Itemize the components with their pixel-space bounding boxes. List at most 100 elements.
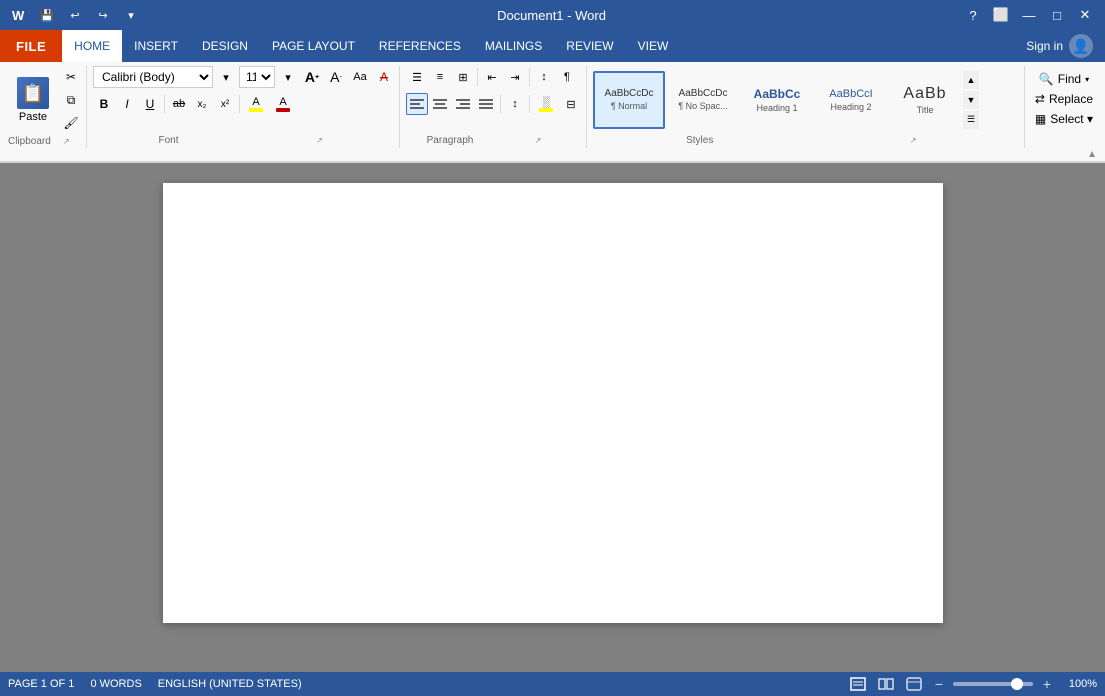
justify-button[interactable] — [475, 93, 497, 115]
web-layout-button[interactable] — [903, 675, 925, 693]
select-label: Select ▾ — [1050, 112, 1093, 126]
document-page[interactable] — [163, 183, 943, 623]
style-normal-preview: AaBbCcDc — [605, 88, 654, 99]
multilevel-list-button[interactable]: ⊞ — [452, 66, 474, 88]
page-layout-tab[interactable]: PAGE LAYOUT — [260, 30, 367, 62]
subscript-button[interactable]: x₂ — [191, 93, 213, 115]
help-button[interactable]: ? — [961, 3, 985, 27]
font-size-dropdown-btn[interactable]: ▾ — [277, 66, 299, 88]
zoom-in-button[interactable]: + — [1039, 676, 1055, 692]
font-expand-icon[interactable]: ↗ — [244, 136, 395, 145]
window-controls: ? ⬜ — □ ✕ — [961, 3, 1097, 27]
styles-expand-icon[interactable]: ↗ — [806, 136, 1019, 145]
close-button[interactable]: ✕ — [1073, 3, 1097, 27]
customize-qat-button[interactable]: ▾ — [120, 4, 142, 26]
style-title[interactable]: AaBb Title — [889, 71, 961, 129]
read-mode-button[interactable] — [875, 675, 897, 693]
title-bar: W 💾 ↩ ↪ ▾ Document1 - Word ? ⬜ — □ ✕ — [0, 0, 1105, 30]
minimize-button[interactable]: — — [1017, 3, 1041, 27]
styles-scroll-down[interactable]: ▼ — [963, 91, 979, 109]
sign-in-button[interactable]: Sign in 👤 — [1014, 30, 1105, 62]
styles-scroll-controls: ▲ ▼ ☰ — [963, 71, 979, 129]
font-name-dropdown-btn[interactable]: ▾ — [215, 66, 237, 88]
grow-font-button[interactable]: A+ — [301, 66, 323, 88]
change-case-button[interactable]: Aa — [349, 66, 371, 88]
style-heading2[interactable]: AaBbCcI Heading 2 — [815, 71, 887, 129]
borders-button[interactable]: ⊟ — [560, 93, 582, 115]
style-heading1[interactable]: AaBbCc Heading 1 — [741, 71, 813, 129]
sign-in-label: Sign in — [1026, 39, 1063, 53]
select-button[interactable]: ▦ Select ▾ — [1031, 110, 1097, 128]
maximize-button[interactable]: □ — [1045, 3, 1069, 27]
italic-button[interactable]: I — [116, 93, 138, 115]
undo-button[interactable]: ↩ — [64, 4, 86, 26]
ribbon: 📋 Paste ✂ ⧉ 🖌 Clipboard ↗ — [0, 62, 1105, 163]
clipboard-label: Clipboard — [8, 136, 51, 147]
references-tab[interactable]: REFERENCES — [367, 30, 473, 62]
clipboard-expand-icon[interactable]: ↗ — [51, 137, 82, 146]
font-label: Font — [93, 135, 244, 146]
style-normal[interactable]: AaBbCcDc ¶ Normal — [593, 71, 665, 129]
bold-button[interactable]: B — [93, 93, 115, 115]
save-button[interactable]: 💾 — [36, 4, 58, 26]
review-tab[interactable]: REVIEW — [554, 30, 625, 62]
redo-button[interactable]: ↪ — [92, 4, 114, 26]
style-title-preview: AaBb — [903, 85, 946, 103]
font-size-select[interactable]: 11 8910 1214161820 — [239, 66, 275, 88]
style-h1-name: Heading 1 — [756, 103, 797, 113]
print-layout-button[interactable] — [847, 675, 869, 693]
style-normal-name: ¶ Normal — [611, 101, 647, 111]
home-tab[interactable]: HOME — [62, 30, 122, 62]
word-icon: W — [8, 4, 30, 26]
document-area[interactable] — [0, 163, 1105, 672]
strikethrough-button[interactable]: ab — [168, 93, 190, 115]
align-left-button[interactable] — [406, 93, 428, 115]
file-tab[interactable]: FILE — [0, 30, 62, 62]
shading-button[interactable]: ░ — [533, 93, 559, 115]
font-color-button[interactable]: A — [270, 93, 296, 115]
sort-button[interactable]: ↕ — [533, 66, 555, 88]
zoom-level: 100% — [1061, 678, 1097, 690]
shrink-font-button[interactable]: A- — [325, 66, 347, 88]
increase-indent-button[interactable]: ⇥ — [504, 66, 526, 88]
word-count: 0 WORDS — [90, 678, 141, 690]
copy-button[interactable]: ⧉ — [60, 89, 82, 111]
collapse-ribbon-button[interactable]: ▲ — [1087, 149, 1097, 160]
font-name-select[interactable]: Calibri (Body) Arial Times New Roman — [93, 66, 213, 88]
text-highlight-button[interactable]: A — [243, 93, 269, 115]
styles-scroll-up[interactable]: ▲ — [963, 71, 979, 89]
style-no-spacing[interactable]: AaBbCcDc ¶ No Spac... — [667, 71, 739, 129]
align-right-button[interactable] — [452, 93, 474, 115]
insert-tab[interactable]: INSERT — [122, 30, 190, 62]
superscript-button[interactable]: x² — [214, 93, 236, 115]
format-painter-button[interactable]: 🖌 — [60, 112, 82, 134]
cut-button[interactable]: ✂ — [60, 66, 82, 88]
zoom-thumb — [1011, 678, 1023, 690]
find-icon: 🔍 — [1039, 72, 1054, 86]
style-h2-preview: AaBbCcI — [829, 88, 872, 100]
find-button[interactable]: 🔍 Find ▾ — [1035, 70, 1093, 88]
zoom-out-button[interactable]: − — [931, 676, 947, 692]
style-nospace-preview: AaBbCcDc — [679, 88, 728, 99]
language: ENGLISH (UNITED STATES) — [158, 678, 302, 690]
mailings-tab[interactable]: MAILINGS — [473, 30, 554, 62]
ribbon-display-button[interactable]: ⬜ — [989, 3, 1013, 27]
status-bar: PAGE 1 OF 1 0 WORDS ENGLISH (UNITED STAT… — [0, 672, 1105, 696]
align-center-button[interactable] — [429, 93, 451, 115]
paragraph-expand-icon[interactable]: ↗ — [494, 136, 582, 145]
paste-button[interactable]: 📋 Paste — [8, 66, 58, 134]
bullets-button[interactable]: ☰ — [406, 66, 428, 88]
zoom-slider[interactable] — [953, 682, 1033, 686]
select-icon: ▦ — [1035, 112, 1046, 126]
clear-formatting-button[interactable]: A — [373, 66, 395, 88]
menu-bar: FILE HOME INSERT DESIGN PAGE LAYOUT REFE… — [0, 30, 1105, 62]
decrease-indent-button[interactable]: ⇤ — [481, 66, 503, 88]
numbering-button[interactable]: ≡ — [429, 66, 451, 88]
line-spacing-button[interactable]: ↕ — [504, 93, 526, 115]
replace-button[interactable]: ⇄ Replace — [1031, 90, 1097, 108]
view-tab[interactable]: VIEW — [626, 30, 681, 62]
show-hide-button[interactable]: ¶ — [556, 66, 578, 88]
design-tab[interactable]: DESIGN — [190, 30, 260, 62]
styles-expand-button[interactable]: ☰ — [963, 111, 979, 129]
underline-button[interactable]: U — [139, 93, 161, 115]
